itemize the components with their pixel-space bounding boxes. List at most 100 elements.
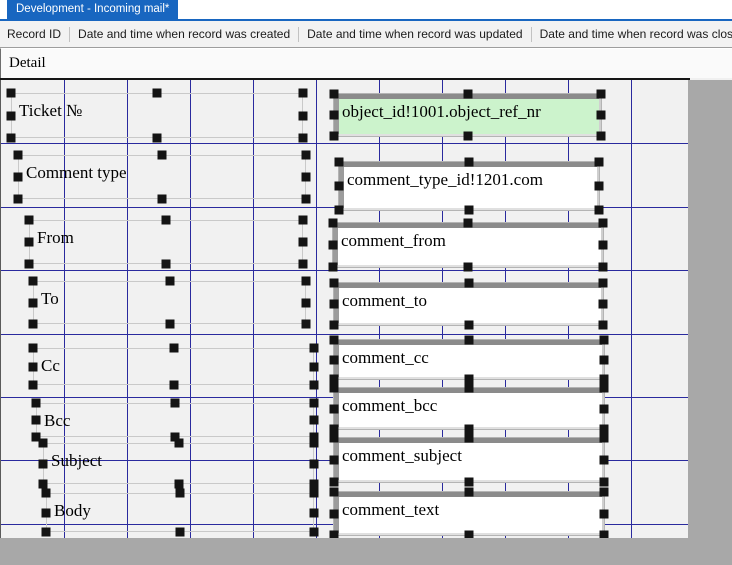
selection-handle[interactable] [299,238,308,247]
selection-handle[interactable] [176,489,185,498]
selection-handle[interactable] [335,206,344,215]
selection-handle[interactable] [335,182,344,191]
selection-handle[interactable] [599,300,608,309]
selection-handle[interactable] [29,277,38,286]
selection-handle[interactable] [330,425,339,434]
selection-handle[interactable] [25,238,34,247]
selection-handle[interactable] [29,320,38,329]
selection-handle[interactable] [600,488,609,497]
selection-handle[interactable] [595,182,604,191]
selection-handle[interactable] [600,531,609,539]
selection-handle[interactable] [330,509,339,518]
selection-handle[interactable] [299,134,308,143]
selection-handle[interactable] [299,260,308,269]
design-surface[interactable]: Ticket № object_id!1001.object_ref_nr Comm… [0,80,688,538]
selection-handle[interactable] [600,375,609,384]
selection-handle[interactable] [330,531,339,539]
selection-handle[interactable] [330,336,339,345]
label-object[interactable]: To [33,281,306,324]
selection-handle[interactable] [39,439,48,448]
data-field-object[interactable]: comment_bcc [334,388,604,429]
selection-handle[interactable] [463,90,472,99]
selection-handle[interactable] [465,158,474,167]
selection-handle[interactable] [330,321,339,330]
selection-handle[interactable] [464,279,473,288]
label-object[interactable]: Comment type [18,155,306,199]
selection-handle[interactable] [330,279,339,288]
selection-handle[interactable] [600,384,609,393]
selection-handle[interactable] [169,381,178,390]
selection-handle[interactable] [302,151,311,160]
selection-handle[interactable] [465,384,474,393]
label-object[interactable]: Cc [33,348,314,385]
record-column-3[interactable]: Date and time when record was updated [307,27,522,41]
selection-handle[interactable] [153,134,162,143]
selection-handle[interactable] [330,90,339,99]
selection-handle[interactable] [330,300,339,309]
selection-handle[interactable] [7,89,16,98]
selection-handle[interactable] [25,216,34,225]
selection-handle[interactable] [299,89,308,98]
selection-handle[interactable] [162,216,171,225]
record-column-1[interactable]: Record ID [7,27,61,41]
selection-handle[interactable] [39,480,48,489]
selection-handle[interactable] [14,195,23,204]
selection-handle[interactable] [330,488,339,497]
selection-handle[interactable] [158,195,167,204]
selection-handle[interactable] [465,434,474,443]
selection-handle[interactable] [302,195,311,204]
record-column-4[interactable]: Date and time when record was closed [540,27,732,41]
selection-handle[interactable] [302,277,311,286]
document-tab[interactable]: Development - Incoming mail* [7,0,178,19]
selection-handle[interactable] [329,241,338,250]
selection-handle[interactable] [174,439,183,448]
selection-handle[interactable] [174,480,183,489]
data-field-object[interactable]: comment_subject [334,438,604,482]
selection-handle[interactable] [330,384,339,393]
selection-handle[interactable] [7,134,16,143]
data-field-object[interactable]: comment_from [333,223,603,267]
selection-handle[interactable] [330,478,339,487]
label-object[interactable]: Ticket № [11,93,303,138]
selection-handle[interactable] [176,528,185,537]
selection-handle[interactable] [464,321,473,330]
selection-handle[interactable] [465,488,474,497]
selection-handle[interactable] [465,531,474,539]
selection-handle[interactable] [595,158,604,167]
selection-handle[interactable] [600,425,609,434]
selection-handle[interactable] [465,206,474,215]
selection-handle[interactable] [39,459,48,468]
data-field-object[interactable]: object_id!1001.object_ref_nr [334,94,601,136]
selection-handle[interactable] [600,509,609,518]
selection-handle[interactable] [600,355,609,364]
selection-handle[interactable] [597,132,606,141]
selection-handle[interactable] [599,219,608,228]
selection-handle[interactable] [465,375,474,384]
selection-handle[interactable] [329,219,338,228]
selection-handle[interactable] [599,279,608,288]
data-field-object[interactable]: comment_text [334,492,604,535]
selection-handle[interactable] [335,158,344,167]
selection-handle[interactable] [310,439,319,448]
selection-handle[interactable] [310,344,319,353]
selection-handle[interactable] [310,480,319,489]
record-column-2[interactable]: Date and time when record was created [78,27,290,41]
selection-handle[interactable] [330,434,339,443]
selection-handle[interactable] [25,260,34,269]
selection-handle[interactable] [310,489,319,498]
selection-handle[interactable] [599,321,608,330]
selection-handle[interactable] [42,508,51,517]
selection-handle[interactable] [29,381,38,390]
selection-handle[interactable] [162,260,171,269]
selection-handle[interactable] [310,362,319,371]
selection-handle[interactable] [465,478,474,487]
selection-handle[interactable] [169,344,178,353]
label-object[interactable]: Body [46,493,314,532]
selection-handle[interactable] [7,111,16,120]
selection-handle[interactable] [597,111,606,120]
selection-handle[interactable] [310,508,319,517]
selection-handle[interactable] [29,362,38,371]
selection-handle[interactable] [599,241,608,250]
selection-handle[interactable] [310,416,319,425]
selection-handle[interactable] [464,263,473,272]
